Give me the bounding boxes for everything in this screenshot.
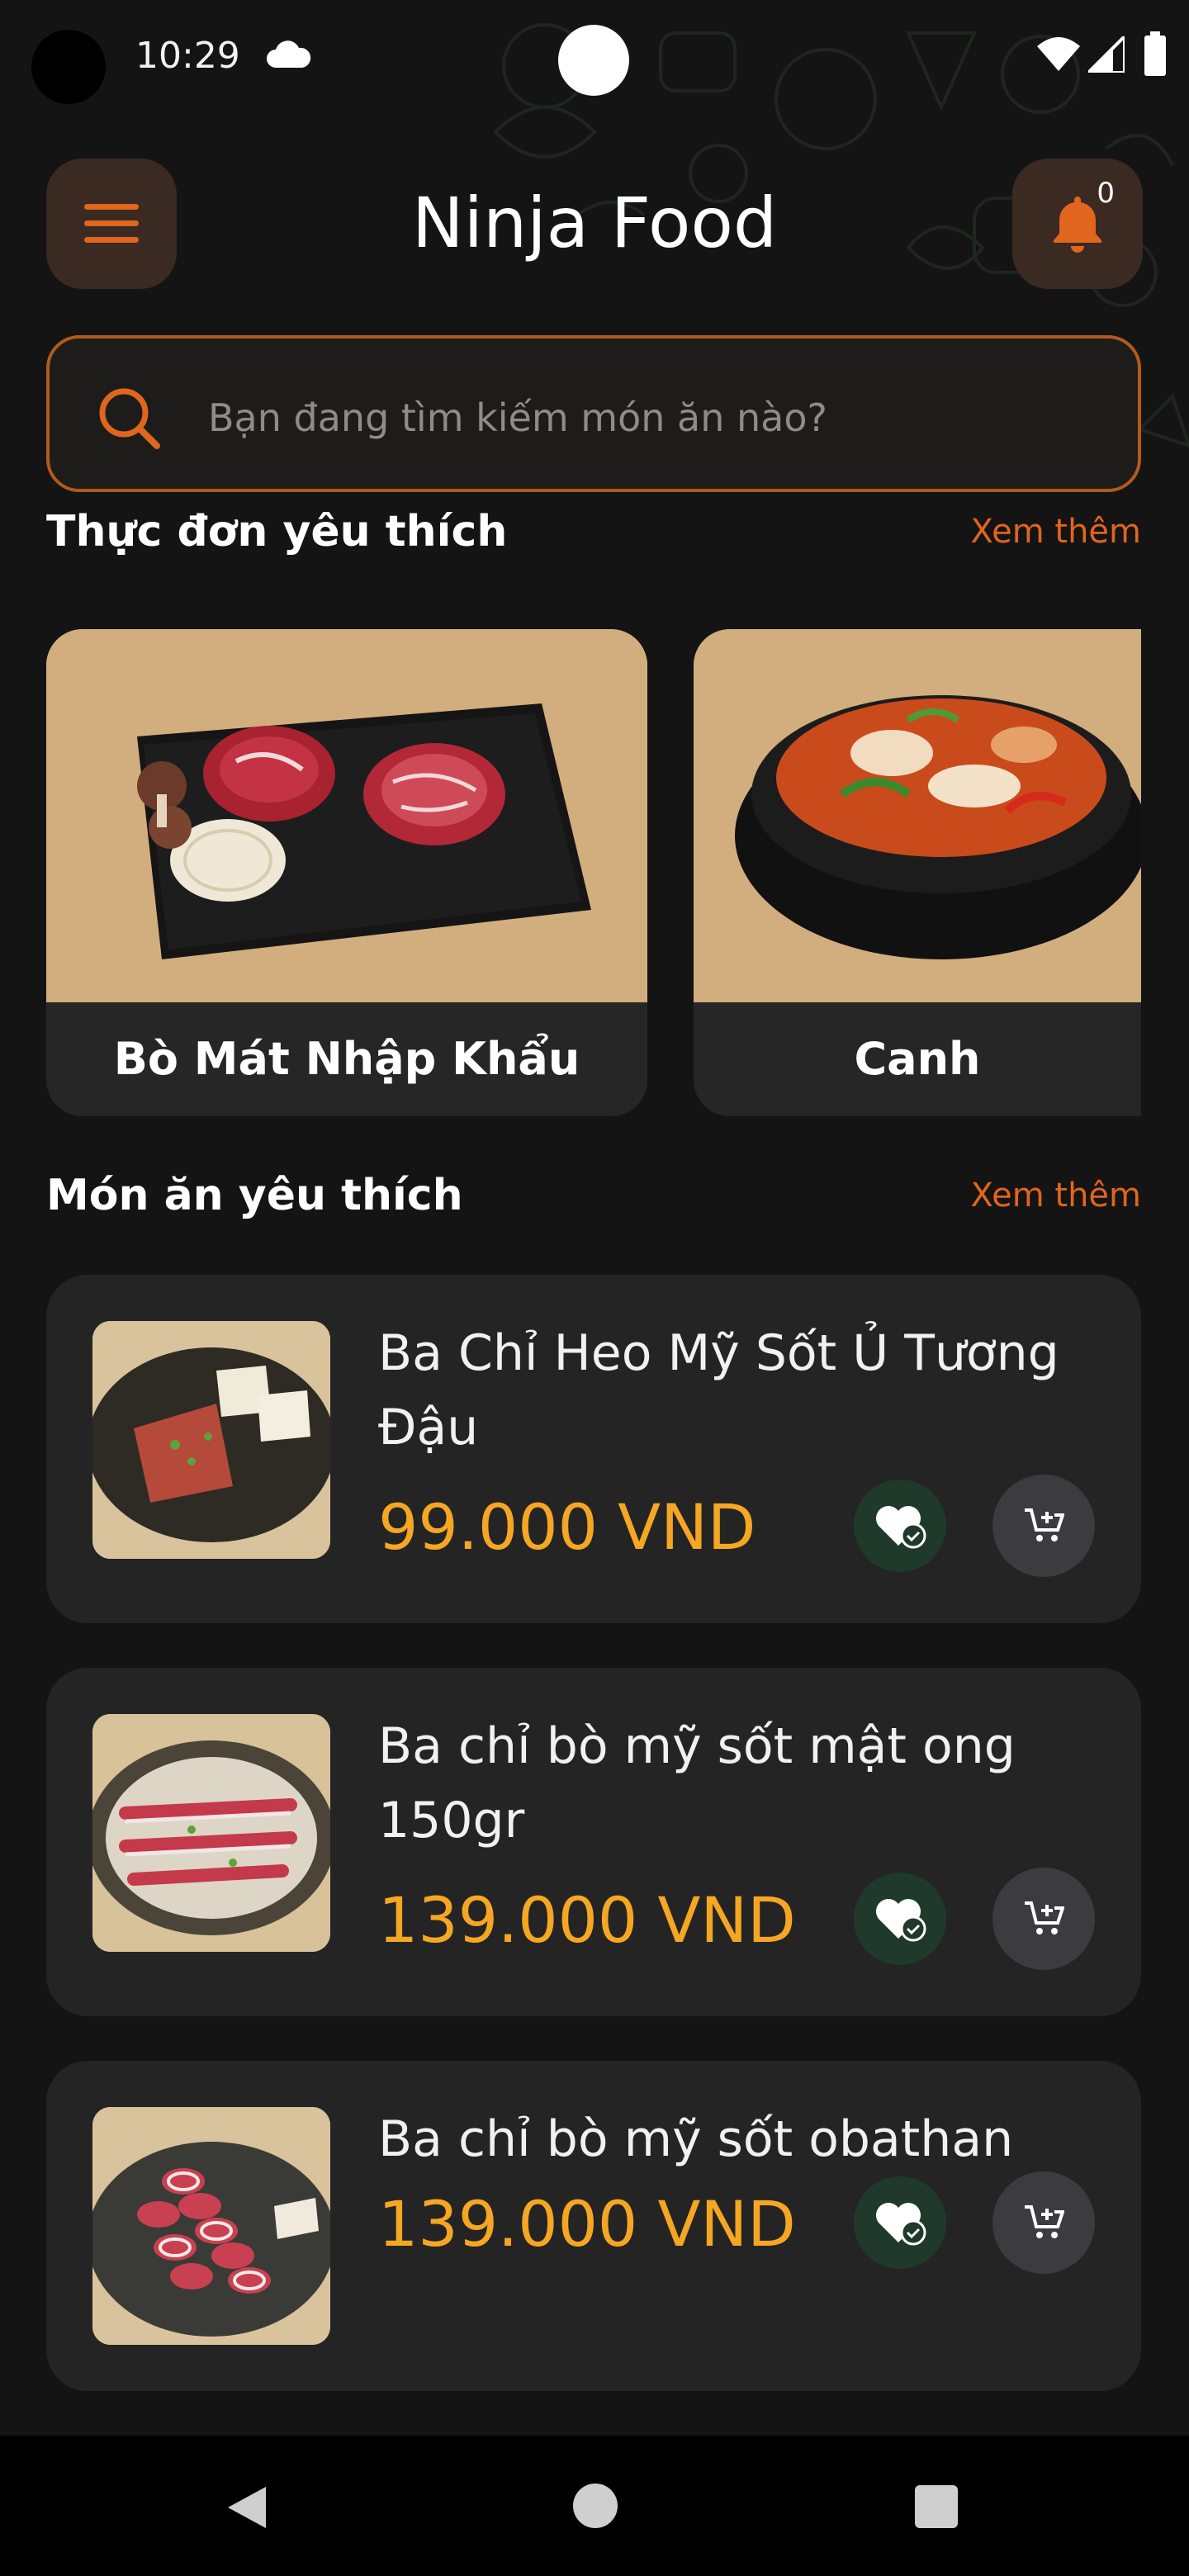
status-time: 10:29 — [135, 35, 240, 77]
dish-thumbnail — [92, 1714, 330, 1952]
search-icon — [99, 388, 160, 449]
dish-card[interactable]: Ba chỉ bò mỹ sốt mật ong 150gr 139.000 V… — [46, 1668, 1141, 2016]
category-card[interactable]: Bò Mát Nhập Khẩu — [46, 629, 647, 1116]
dish-name: Ba chỉ bò mỹ sốt mật ong 150gr — [378, 1717, 1016, 1849]
add-to-cart-button[interactable] — [992, 1868, 1095, 1970]
dish-price: 139.000 VND — [378, 2187, 796, 2261]
category-photo — [694, 629, 1141, 1002]
dish-thumbnail — [92, 1321, 330, 1559]
dish-section-header: Món ăn yêu thích Xem thêm — [46, 1163, 1141, 1229]
battery-icon — [1144, 31, 1166, 76]
category-photo — [46, 629, 647, 1002]
heart-check-icon — [876, 1899, 926, 1942]
search-bar[interactable] — [46, 335, 1141, 492]
dish-see-more-link[interactable]: Xem thêm — [970, 1163, 1141, 1229]
signal-icon — [1088, 36, 1125, 73]
menu-see-more-link[interactable]: Xem thêm — [970, 512, 1141, 565]
add-to-cart-button[interactable] — [992, 1475, 1095, 1577]
favorite-button[interactable] — [854, 1873, 946, 1965]
notification-button[interactable]: 0 — [1012, 159, 1143, 289]
heart-check-icon — [876, 2203, 926, 2246]
dish-name: Ba chỉ bò mỹ sốt obathan — [378, 2110, 1014, 2168]
camera-cutout — [31, 30, 106, 104]
beef-platter-image — [46, 629, 647, 1002]
wifi-icon — [1037, 37, 1080, 71]
cloud-icon — [267, 40, 311, 68]
status-bar: 10:29 — [0, 0, 1189, 116]
hamburger-icon — [84, 204, 139, 243]
category-card[interactable]: Canh — [694, 629, 1141, 1116]
menu-section-header-clip: Thực đơn yêu thích Xem thêm — [0, 512, 1189, 578]
dish-section-title: Món ăn yêu thích — [46, 1171, 463, 1220]
favorite-button[interactable] — [854, 1480, 946, 1572]
cart-plus-icon — [1025, 1901, 1064, 1934]
dish-card[interactable]: Ba chỉ bò mỹ sốt obathan 139.000 VND — [46, 2061, 1141, 2391]
menu-section-title: Thực đơn yêu thích — [46, 512, 508, 556]
menu-section-header: Thực đơn yêu thích Xem thêm — [46, 512, 1141, 565]
heart-check-icon — [876, 1506, 926, 1549]
recent-apps-icon[interactable] — [915, 2485, 958, 2528]
favorite-button[interactable] — [854, 2176, 946, 2269]
category-label: Canh — [854, 1033, 981, 1085]
search-input[interactable] — [206, 380, 1101, 456]
soup-pot-image — [694, 629, 1141, 1002]
add-to-cart-button[interactable] — [992, 2171, 1095, 2274]
cart-plus-icon — [1025, 2205, 1064, 2238]
back-icon[interactable] — [223, 2484, 271, 2531]
system-navigation-bar — [0, 2436, 1189, 2576]
app-title: Ninja Food — [411, 182, 778, 263]
dish-thumbnail — [92, 2107, 330, 2345]
category-label: Bò Mát Nhập Khẩu — [113, 1033, 580, 1085]
dish-name: Ba Chỉ Heo Mỹ Sốt Ủ Tương Đậu — [378, 1324, 1059, 1456]
dish-price: 139.000 VND — [378, 1883, 796, 1957]
bell-icon — [1054, 197, 1101, 253]
dish-card[interactable]: Ba Chỉ Heo Mỹ Sốt Ủ Tương Đậu 99.000 VND — [46, 1275, 1141, 1623]
home-icon[interactable] — [573, 2484, 618, 2528]
menu-carousel[interactable]: Bò Mát Nhập Khẩu Canh — [46, 629, 1141, 1116]
dish-price: 99.000 VND — [378, 1490, 756, 1564]
notification-badge: 0 — [1097, 177, 1115, 210]
cart-plus-icon — [1025, 1508, 1064, 1541]
app-screen: 10:29 Ninja Food 0 Bạn đang tìm kiếm món… — [0, 0, 1189, 2576]
front-camera-dot — [558, 25, 629, 96]
menu-button[interactable] — [46, 159, 177, 289]
